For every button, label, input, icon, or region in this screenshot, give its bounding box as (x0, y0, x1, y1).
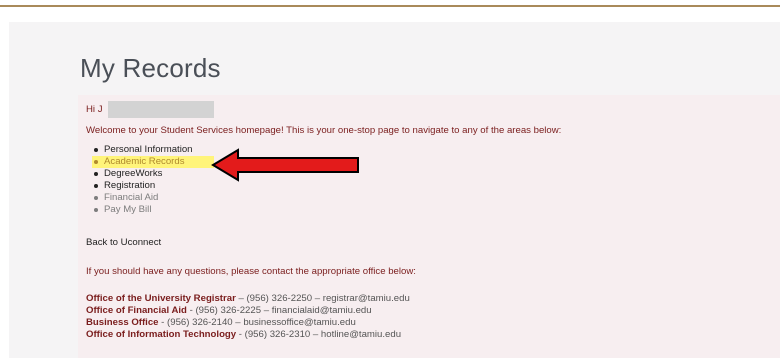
office-details: - (956) 326-2140 – businessoffice@tamiu.… (158, 317, 356, 328)
services-link-list: Personal Information Academic Records De… (92, 144, 214, 216)
welcome-text: Welcome to your Student Services homepag… (86, 125, 562, 136)
office-details: - (956) 326-2310 – hotline@tamiu.edu (236, 329, 402, 340)
office-name: Office of Information Technology (86, 329, 237, 340)
left-arrow-icon (211, 148, 359, 182)
bullet-icon (94, 172, 98, 176)
office-name: Business Office (86, 317, 159, 328)
link-label: Registration (104, 180, 156, 191)
greeting-text: Hi J (86, 104, 103, 115)
link-personal-information[interactable]: Personal Information (92, 144, 214, 156)
office-details: - (956) 326-2225 – financialaid@tamiu.ed… (186, 305, 372, 316)
bullet-icon (94, 184, 98, 188)
office-name: Office of Financial Aid (86, 305, 187, 316)
link-pay-my-bill[interactable]: Pay My Bill (92, 204, 214, 216)
bullet-icon (94, 196, 98, 200)
header-divider (0, 5, 780, 7)
link-label: DegreeWorks (104, 168, 163, 179)
office-financial-aid: Office of Financial Aid - (956) 326-2225… (86, 305, 372, 317)
page-title: My Records (80, 53, 221, 83)
link-label: Financial Aid (104, 192, 159, 203)
office-registrar: Office of the University Registrar – (95… (86, 293, 410, 305)
bullet-icon (94, 208, 98, 212)
link-label: Pay My Bill (104, 204, 152, 215)
office-details: – (956) 326-2250 – registrar@tamiu.edu (235, 293, 410, 304)
office-information-technology: Office of Information Technology - (956)… (86, 329, 401, 341)
redacted-name (108, 101, 214, 118)
link-financial-aid[interactable]: Financial Aid (92, 192, 214, 204)
link-registration[interactable]: Registration (92, 180, 214, 192)
link-degreeworks[interactable]: DegreeWorks (92, 168, 214, 180)
link-academic-records[interactable]: Academic Records (92, 156, 214, 168)
back-to-uconnect-link[interactable]: Back to Uconnect (86, 237, 161, 249)
office-business: Business Office - (956) 326-2140 – busin… (86, 317, 356, 329)
contact-intro-text: If you should have any questions, please… (86, 266, 416, 277)
bullet-icon (94, 148, 98, 152)
link-label: Personal Information (104, 144, 193, 155)
link-label: Academic Records (104, 156, 185, 167)
bullet-icon (94, 160, 98, 164)
office-name: Office of the University Registrar (86, 293, 236, 304)
